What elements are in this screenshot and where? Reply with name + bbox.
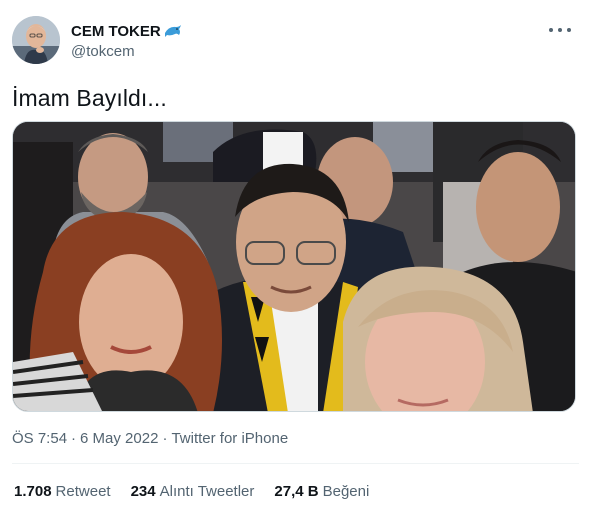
stat-count: 27,4 B (274, 483, 319, 500)
dolphin-emoji-icon (164, 24, 182, 38)
stat-retweets[interactable]: 1.708 Retweet (14, 483, 111, 500)
tweet-header: CEM TOKER @tokcem (12, 16, 579, 68)
avatar[interactable] (12, 16, 60, 64)
tweet-time[interactable]: ÖS 7:54 (12, 430, 67, 447)
tweet-meta: ÖS 7:54 · 6 May 2022 · Twitter for iPhon… (12, 430, 288, 447)
tweet-text: İmam Bayıldı... (12, 85, 167, 111)
meta-separator: · (162, 430, 168, 447)
tweet-stats: 1.708 Retweet 234 Alıntı Tweetler 27,4 B… (14, 483, 369, 500)
display-name[interactable]: CEM TOKER (71, 23, 161, 40)
stat-label: Retweet (55, 483, 111, 500)
display-name-row: CEM TOKER (71, 21, 182, 41)
author-names: CEM TOKER @tokcem (71, 21, 182, 60)
stat-label: Alıntı Tweetler (159, 483, 255, 500)
stat-count: 1.708 (14, 483, 52, 500)
tweet-photo[interactable] (12, 121, 576, 412)
stat-likes[interactable]: 27,4 B Beğeni (274, 483, 369, 500)
divider (12, 463, 579, 464)
photo-image (13, 122, 575, 411)
avatar-image (12, 16, 60, 64)
author-handle[interactable]: @tokcem (71, 43, 182, 60)
stat-count: 234 (130, 483, 156, 500)
tweet-date[interactable]: 6 May 2022 (80, 430, 158, 447)
tweet-detail: CEM TOKER @tokcem İmam Bayıldı... ÖS 7:5… (0, 0, 591, 511)
tweet-source[interactable]: Twitter for iPhone (171, 430, 288, 447)
stat-label: Beğeni (322, 483, 370, 500)
stat-quote-tweets[interactable]: 234 Alıntı Tweetler (131, 483, 255, 500)
more-horizontal-icon[interactable] (549, 20, 571, 40)
meta-separator: · (71, 430, 77, 447)
